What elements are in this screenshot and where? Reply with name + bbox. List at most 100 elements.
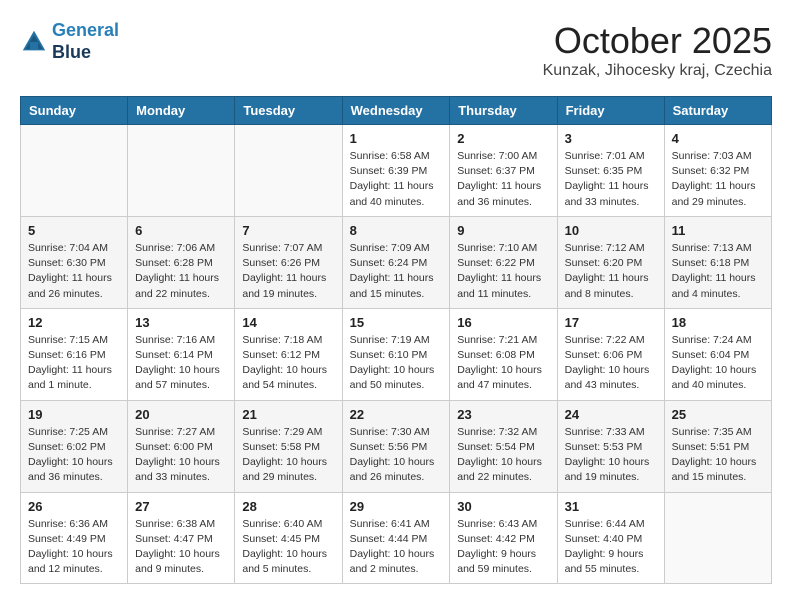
day-info: Sunrise: 7:18 AM Sunset: 6:12 PM Dayligh… [242,333,334,394]
calendar-cell: 7 Sunrise: 7:07 AM Sunset: 6:26 PM Daylig… [235,216,342,308]
calendar-cell: 17 Sunrise: 7:22 AM Sunset: 6:06 PM Dayli… [557,308,664,400]
day-info: Sunrise: 7:35 AM Sunset: 5:51 PM Dayligh… [672,425,764,486]
day-info: Sunrise: 6:36 AM Sunset: 4:49 PM Dayligh… [28,517,120,578]
calendar-cell: 31 Sunrise: 6:44 AM Sunset: 4:40 PM Dayli… [557,492,664,584]
day-number: 7 [242,223,334,238]
calendar-cell: 16Sunrise: 7:21 AM Sunset: 6:08 PM Dayli… [450,308,557,400]
calendar-cell: 4 Sunrise: 7:03 AM Sunset: 6:32 PM Daylig… [664,125,771,217]
weekday-header-wednesday: Wednesday [342,97,450,125]
day-number: 5 [28,223,120,238]
day-number: 12 [28,315,120,330]
day-number: 15 [350,315,443,330]
calendar-cell: 22 Sunrise: 7:30 AM Sunset: 5:56 PM Dayli… [342,400,450,492]
day-info: Sunrise: 6:58 AM Sunset: 6:39 PM Dayligh… [350,149,443,210]
day-info: Sunrise: 7:12 AM Sunset: 6:20 PM Dayligh… [565,241,657,302]
day-number: 14 [242,315,334,330]
day-info: Sunrise: 6:40 AM Sunset: 4:45 PM Dayligh… [242,517,334,578]
day-number: 3 [565,131,657,146]
calendar-cell: 29 Sunrise: 6:41 AM Sunset: 4:44 PM Dayli… [342,492,450,584]
calendar-cell: 11 Sunrise: 7:13 AM Sunset: 6:18 PM Dayli… [664,216,771,308]
day-number: 17 [565,315,657,330]
calendar-cell: 20 Sunrise: 7:27 AM Sunset: 6:00 PM Dayli… [128,400,235,492]
day-info: Sunrise: 7:22 AM Sunset: 6:06 PM Dayligh… [565,333,657,394]
calendar-table: SundayMondayTuesdayWednesdayThursdayFrid… [20,96,772,584]
weekday-header-saturday: Saturday [664,97,771,125]
calendar-cell: 19 Sunrise: 7:25 AM Sunset: 6:02 PM Dayli… [21,400,128,492]
weekday-header-tuesday: Tuesday [235,97,342,125]
day-number: 25 [672,407,764,422]
calendar-cell: 26 Sunrise: 6:36 AM Sunset: 4:49 PM Dayli… [21,492,128,584]
day-info: Sunrise: 7:00 AM Sunset: 6:37 PM Dayligh… [457,149,549,210]
weekday-header-monday: Monday [128,97,235,125]
day-info: Sunrise: 7:27 AM Sunset: 6:00 PM Dayligh… [135,425,227,486]
calendar-cell: 24 Sunrise: 7:33 AM Sunset: 5:53 PM Dayli… [557,400,664,492]
calendar-cell [664,492,771,584]
day-info: Sunrise: 7:30 AM Sunset: 5:56 PM Dayligh… [350,425,443,486]
calendar-cell: 23Sunrise: 7:32 AM Sunset: 5:54 PM Dayli… [450,400,557,492]
day-info: Sunrise: 7:16 AM Sunset: 6:14 PM Dayligh… [135,333,227,394]
logo-text: General Blue [52,20,119,63]
day-number: 27 [135,499,227,514]
day-number: 29 [350,499,443,514]
day-number: 22 [350,407,443,422]
calendar-cell: 25 Sunrise: 7:35 AM Sunset: 5:51 PM Dayli… [664,400,771,492]
day-number: 19 [28,407,120,422]
calendar-cell: 30 Sunrise: 6:43 AM Sunset: 4:42 PM Dayli… [450,492,557,584]
day-info: Sunrise: 7:13 AM Sunset: 6:18 PM Dayligh… [672,241,764,302]
logo: General Blue [20,20,119,63]
day-info: Sunrise: 7:25 AM Sunset: 6:02 PM Dayligh… [28,425,120,486]
calendar-cell [21,125,128,217]
day-number: 11 [672,223,764,238]
day-info: Sunrise: 7:09 AM Sunset: 6:24 PM Dayligh… [350,241,443,302]
day-number: 16 [457,315,549,330]
day-number: 6 [135,223,227,238]
day-number: 20 [135,407,227,422]
day-info: Sunrise: 6:38 AM Sunset: 4:47 PM Dayligh… [135,517,227,578]
calendar-week-row: 12 Sunrise: 7:15 AM Sunset: 6:16 PM Dayli… [21,308,772,400]
calendar-cell: 14 Sunrise: 7:18 AM Sunset: 6:12 PM Dayli… [235,308,342,400]
day-number: 28 [242,499,334,514]
calendar-cell: 5 Sunrise: 7:04 AM Sunset: 6:30 PM Daylig… [21,216,128,308]
calendar-cell: 21 Sunrise: 7:29 AM Sunset: 5:58 PM Dayli… [235,400,342,492]
weekday-header-friday: Friday [557,97,664,125]
calendar-cell: 12 Sunrise: 7:15 AM Sunset: 6:16 PM Dayli… [21,308,128,400]
day-info: Sunrise: 7:01 AM Sunset: 6:35 PM Dayligh… [565,149,657,210]
day-info: Sunrise: 7:10 AM Sunset: 6:22 PM Dayligh… [457,241,549,302]
calendar-cell: 13 Sunrise: 7:16 AM Sunset: 6:14 PM Dayli… [128,308,235,400]
day-info: Sunrise: 7:15 AM Sunset: 6:16 PM Dayligh… [28,333,120,394]
day-number: 24 [565,407,657,422]
day-info: Sunrise: 7:04 AM Sunset: 6:30 PM Dayligh… [28,241,120,302]
day-number: 9 [457,223,549,238]
day-number: 10 [565,223,657,238]
calendar-week-row: 1 Sunrise: 6:58 AM Sunset: 6:39 PM Daylig… [21,125,772,217]
day-info: Sunrise: 7:33 AM Sunset: 5:53 PM Dayligh… [565,425,657,486]
day-number: 21 [242,407,334,422]
calendar-week-row: 26 Sunrise: 6:36 AM Sunset: 4:49 PM Dayli… [21,492,772,584]
calendar-cell: 15Sunrise: 7:19 AM Sunset: 6:10 PM Dayli… [342,308,450,400]
day-info: Sunrise: 6:44 AM Sunset: 4:40 PM Dayligh… [565,517,657,578]
calendar-cell: 1 Sunrise: 6:58 AM Sunset: 6:39 PM Daylig… [342,125,450,217]
day-info: Sunrise: 7:07 AM Sunset: 6:26 PM Dayligh… [242,241,334,302]
day-number: 30 [457,499,549,514]
location: Kunzak, Jihocesky kraj, Czechia [543,62,772,80]
calendar-cell [128,125,235,217]
calendar-cell: 3 Sunrise: 7:01 AM Sunset: 6:35 PM Daylig… [557,125,664,217]
day-info: Sunrise: 7:03 AM Sunset: 6:32 PM Dayligh… [672,149,764,210]
day-info: Sunrise: 6:41 AM Sunset: 4:44 PM Dayligh… [350,517,443,578]
day-number: 13 [135,315,227,330]
day-number: 1 [350,131,443,146]
day-info: Sunrise: 6:43 AM Sunset: 4:42 PM Dayligh… [457,517,549,578]
day-number: 31 [565,499,657,514]
calendar-cell: 10 Sunrise: 7:12 AM Sunset: 6:20 PM Dayli… [557,216,664,308]
calendar-cell: 2Sunrise: 7:00 AM Sunset: 6:37 PM Daylig… [450,125,557,217]
weekday-header-sunday: Sunday [21,97,128,125]
day-info: Sunrise: 7:06 AM Sunset: 6:28 PM Dayligh… [135,241,227,302]
day-number: 8 [350,223,443,238]
day-info: Sunrise: 7:29 AM Sunset: 5:58 PM Dayligh… [242,425,334,486]
day-info: Sunrise: 7:32 AM Sunset: 5:54 PM Dayligh… [457,425,549,486]
calendar-week-row: 5 Sunrise: 7:04 AM Sunset: 6:30 PM Daylig… [21,216,772,308]
page-header: General Blue October 2025 Kunzak, Jihoce… [20,20,772,80]
day-number: 4 [672,131,764,146]
weekday-header-thursday: Thursday [450,97,557,125]
day-number: 26 [28,499,120,514]
